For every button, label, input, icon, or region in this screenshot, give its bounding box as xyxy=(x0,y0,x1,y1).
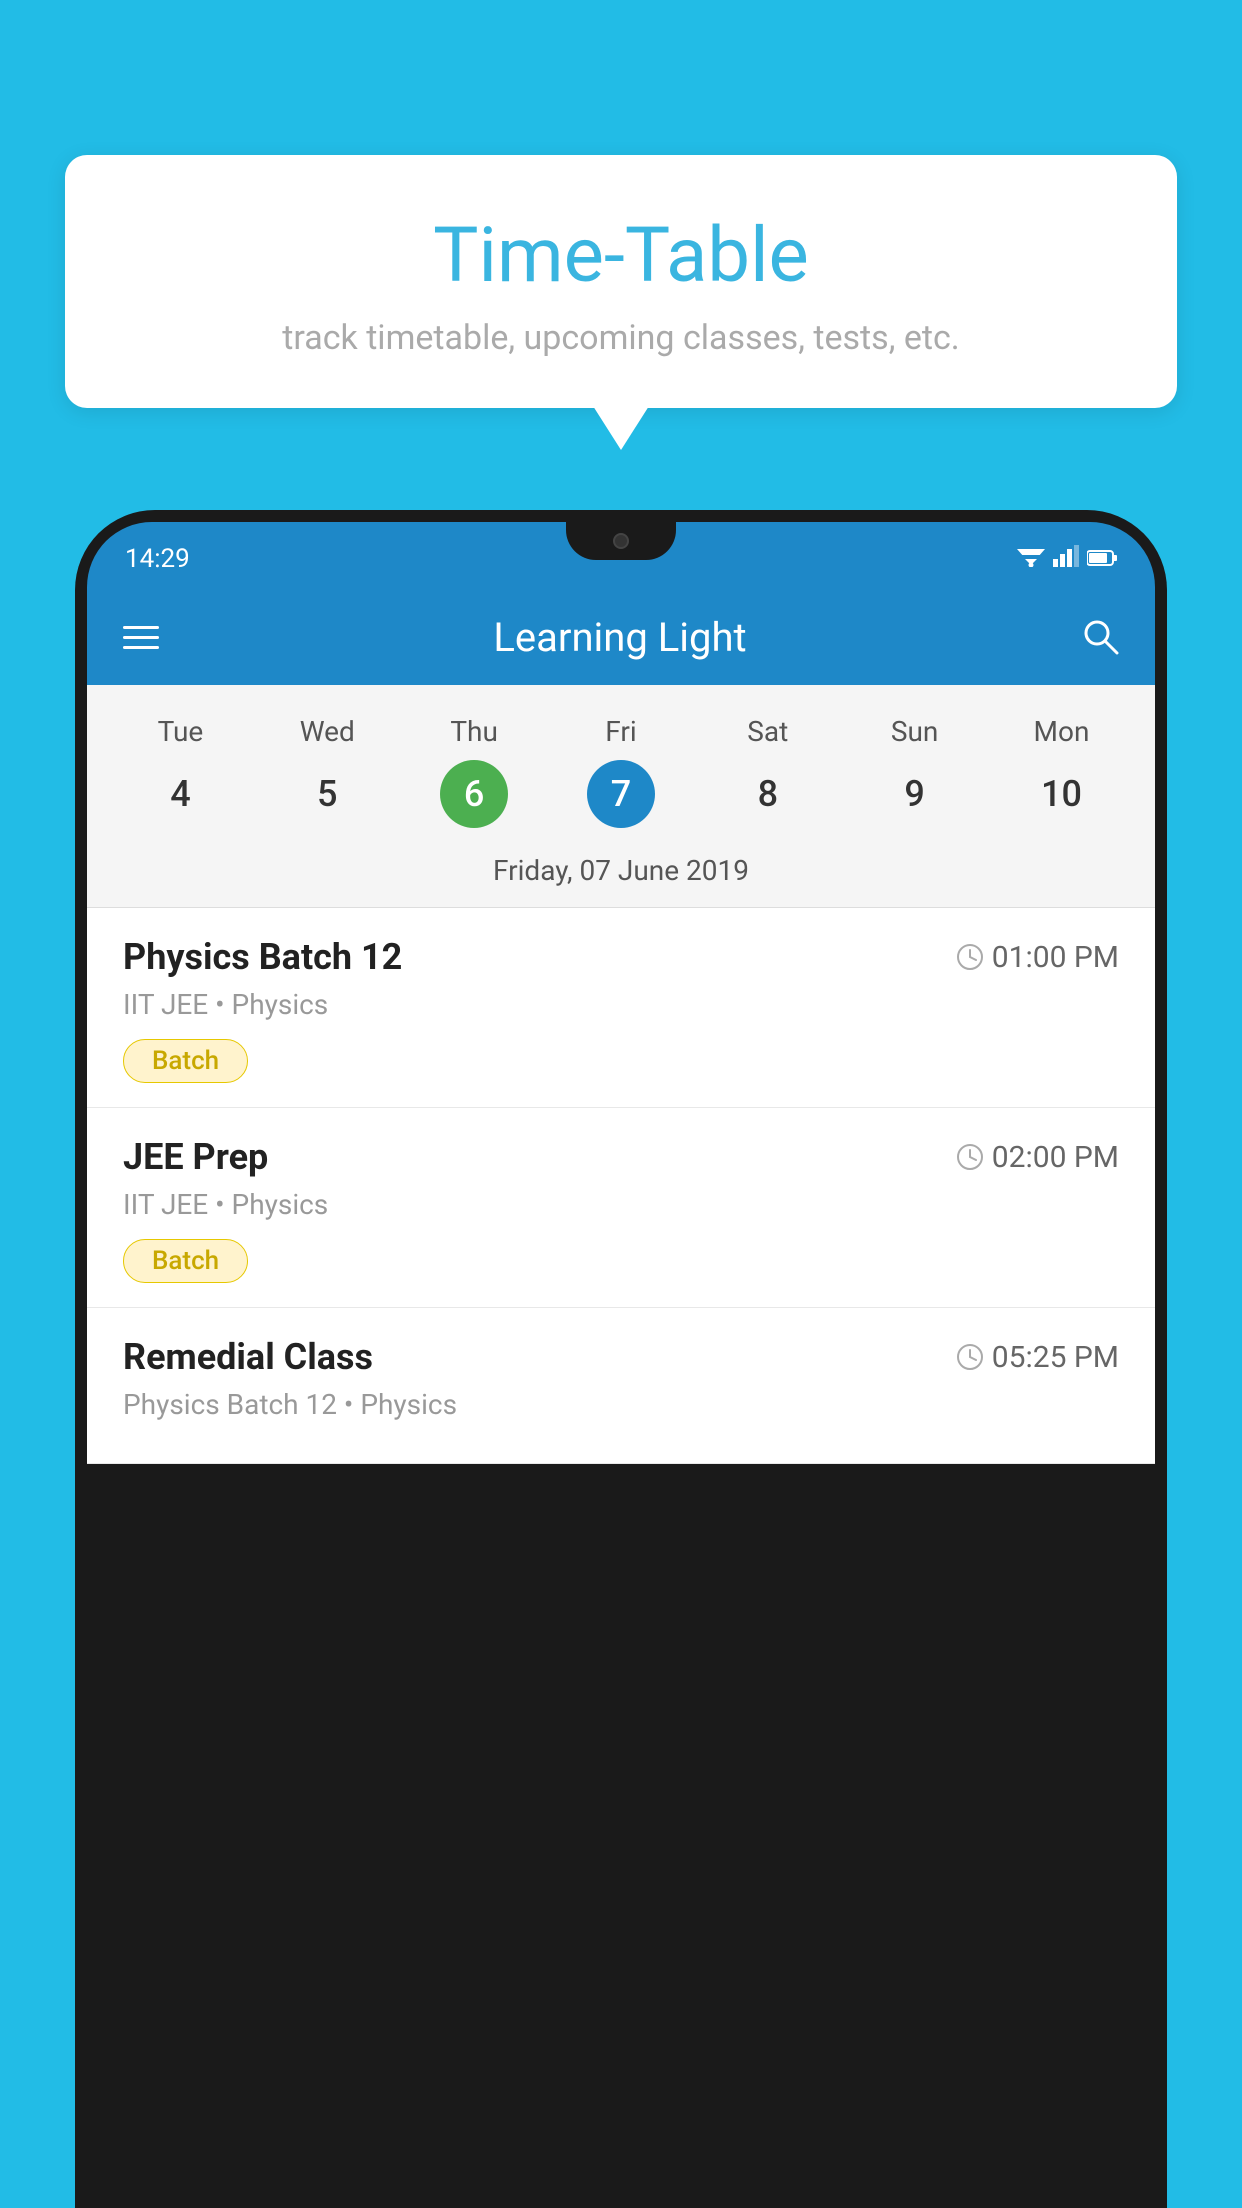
day-number[interactable]: 8 xyxy=(734,760,802,828)
clock-icon xyxy=(956,1343,984,1371)
item-time: 05:25 PM xyxy=(956,1340,1119,1375)
schedule-list: Physics Batch 12 01:00 PM IIT JEE • Physi… xyxy=(87,908,1155,1464)
signal-icon xyxy=(1053,544,1079,574)
hamburger-line-2 xyxy=(123,636,159,639)
hamburger-line-3 xyxy=(123,646,159,649)
schedule-item[interactable]: JEE Prep 02:00 PM IIT JEE • Physics Batch xyxy=(87,1108,1155,1308)
day-col[interactable]: Sat 8 xyxy=(734,715,802,828)
day-col[interactable]: Sun 9 xyxy=(881,715,949,828)
hamburger-menu-button[interactable] xyxy=(123,626,159,649)
day-name: Mon xyxy=(1034,715,1090,748)
item-subtitle: Physics Batch 12 • Physics xyxy=(123,1388,1119,1421)
item-title: JEE Prep xyxy=(123,1136,268,1178)
day-col[interactable]: Fri 7 xyxy=(587,715,655,828)
phone-outer: 14:29 xyxy=(75,510,1167,2208)
app-bar-title: Learning Light xyxy=(493,614,746,661)
clock-icon xyxy=(956,1143,984,1171)
day-number[interactable]: 7 xyxy=(587,760,655,828)
item-subtitle: IIT JEE • Physics xyxy=(123,1188,1119,1221)
day-col[interactable]: Thu 6 xyxy=(440,715,508,828)
day-col[interactable]: Mon 10 xyxy=(1027,715,1095,828)
day-name: Wed xyxy=(300,715,355,748)
clock-icon xyxy=(956,943,984,971)
selected-date-label: Friday, 07 June 2019 xyxy=(87,838,1155,908)
day-name: Fri xyxy=(605,715,636,748)
phone-frame: 14:29 xyxy=(75,510,1167,2208)
day-name: Sun xyxy=(891,715,939,748)
item-time: 02:00 PM xyxy=(956,1140,1119,1175)
item-title: Physics Batch 12 xyxy=(123,936,402,978)
day-name: Sat xyxy=(747,715,788,748)
search-icon[interactable] xyxy=(1081,617,1119,659)
day-number[interactable]: 6 xyxy=(440,760,508,828)
hamburger-line-1 xyxy=(123,626,159,629)
speech-bubble-container: Time-Table track timetable, upcoming cla… xyxy=(65,155,1177,408)
bubble-subtitle: track timetable, upcoming classes, tests… xyxy=(125,318,1117,358)
app-bar: Learning Light xyxy=(87,590,1155,685)
schedule-item-header: Physics Batch 12 01:00 PM xyxy=(123,936,1119,978)
batch-badge: Batch xyxy=(123,1239,248,1283)
batch-badge: Batch xyxy=(123,1039,248,1083)
calendar-section: Tue 4 Wed 5 Thu 6 Fri 7 Sat 8 Sun 9 Mon 10 Friday, 07… xyxy=(87,685,1155,908)
day-col[interactable]: Wed 5 xyxy=(293,715,361,828)
wifi-icon xyxy=(1017,544,1045,574)
item-title: Remedial Class xyxy=(123,1336,373,1378)
item-subtitle: IIT JEE • Physics xyxy=(123,988,1119,1021)
schedule-item-header: Remedial Class 05:25 PM xyxy=(123,1336,1119,1378)
status-time: 14:29 xyxy=(125,544,190,574)
day-number[interactable]: 10 xyxy=(1027,760,1095,828)
days-row: Tue 4 Wed 5 Thu 6 Fri 7 Sat 8 Sun 9 Mon 10 xyxy=(87,705,1155,838)
speech-bubble: Time-Table track timetable, upcoming cla… xyxy=(65,155,1177,408)
notch xyxy=(566,522,676,560)
schedule-item[interactable]: Physics Batch 12 01:00 PM IIT JEE • Physi… xyxy=(87,908,1155,1108)
day-number[interactable]: 9 xyxy=(881,760,949,828)
day-col[interactable]: Tue 4 xyxy=(146,715,214,828)
bubble-title: Time-Table xyxy=(125,210,1117,300)
schedule-item[interactable]: Remedial Class 05:25 PM Physics Batch 12 … xyxy=(87,1308,1155,1464)
battery-icon xyxy=(1087,544,1117,574)
day-number[interactable]: 5 xyxy=(293,760,361,828)
item-time: 01:00 PM xyxy=(956,940,1119,975)
status-icons xyxy=(1017,544,1117,574)
phone-screen: 14:29 xyxy=(87,522,1155,2208)
day-name: Tue xyxy=(158,715,204,748)
day-number[interactable]: 4 xyxy=(146,760,214,828)
day-name: Thu xyxy=(450,715,498,748)
schedule-item-header: JEE Prep 02:00 PM xyxy=(123,1136,1119,1178)
front-camera xyxy=(613,533,629,549)
